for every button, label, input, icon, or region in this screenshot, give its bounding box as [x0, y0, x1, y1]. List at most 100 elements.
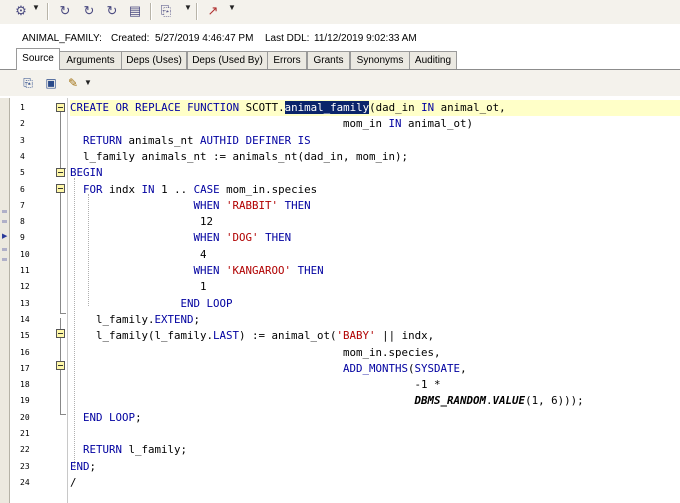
code-token: mom_in.species: [219, 182, 318, 196]
tab-auditing[interactable]: Auditing: [409, 51, 457, 69]
tab-errors[interactable]: Errors: [267, 51, 307, 69]
tab-synonyms[interactable]: Synonyms: [350, 51, 410, 69]
code-line[interactable]: 4: [70, 247, 207, 263]
keyword-token: OR: [115, 101, 129, 114]
code-line[interactable]: CREATE OR REPLACE FUNCTION SCOTT.animal_…: [70, 100, 680, 116]
line-number: 1: [20, 103, 25, 112]
tab-deps-used-by[interactable]: Deps (Used By): [187, 51, 268, 69]
code-line[interactable]: 12: [70, 214, 213, 230]
connection-icon[interactable]: ⚙: [12, 2, 30, 20]
code-area[interactable]: CREATE OR REPLACE FUNCTION SCOTT.animal_…: [70, 98, 680, 503]
keyword-token: IN: [141, 182, 155, 196]
fold-toggle-icon[interactable]: [56, 168, 65, 177]
highlight-dropdown-arrow-icon[interactable]: ▼: [84, 78, 92, 87]
save-icon[interactable]: ▣: [43, 75, 59, 91]
code-token: l_family animals_nt := animals_nt(dad_in…: [70, 149, 409, 163]
main-toolbar: ⚙ ▼ ↻ ↻ ↻ ▤ ⎘ ▼ ↗ ▼: [0, 0, 680, 24]
code-line[interactable]: l_family(l_family.LAST) := animal_ot('BA…: [70, 328, 434, 344]
connection-dropdown-arrow-icon[interactable]: ▼: [32, 3, 40, 12]
string-token: 'KANGAROO': [226, 264, 292, 277]
code-line[interactable]: RETURN l_family;: [70, 442, 187, 458]
marker-tick: [2, 220, 7, 223]
code-line[interactable]: 1: [70, 279, 207, 295]
code-line[interactable]: DBMS_RANDOM.VALUE(1, 6)));: [70, 393, 584, 409]
tab-source[interactable]: Source: [16, 48, 60, 70]
line-number: 22: [20, 445, 30, 455]
navigate-icon[interactable]: ↗: [204, 2, 222, 20]
keyword-token: IN: [421, 101, 435, 114]
code-token: l_family.: [70, 312, 155, 326]
code-line[interactable]: BEGIN: [70, 165, 103, 181]
code-line[interactable]: RETURN animals_nt AUTHID DEFINER IS: [70, 133, 311, 149]
code-line[interactable]: mom_in IN animal_ot): [70, 116, 473, 132]
refresh-all-icon[interactable]: ↻: [103, 2, 121, 20]
code-line[interactable]: -1 *: [70, 377, 441, 393]
code-line[interactable]: WHEN 'KANGAROO' THEN: [70, 263, 324, 279]
object-name: ANIMAL_FAMILY:: [22, 33, 102, 44]
script-icon[interactable]: ⎘: [157, 2, 175, 20]
line-number-gutter: 1 2 3 4 5 6 7 8 9 10 11 12 13 14 15 16 17 18 19 20 21 22 23 24: [10, 98, 68, 503]
line-number: 18: [20, 380, 30, 390]
code-token: mom_in.species,: [70, 345, 441, 359]
line-number: 12: [20, 282, 30, 292]
selected-text: animal_family: [284, 101, 370, 114]
code-line[interactable]: END;: [70, 459, 96, 475]
keyword-token: IN: [388, 117, 402, 131]
code-line[interactable]: ADD_MONTHS(SYSDATE,: [70, 361, 467, 377]
keyword-token: RETURN: [83, 443, 123, 457]
line-number: 13: [20, 298, 30, 308]
line-number: 4: [20, 151, 25, 161]
line-number: 11: [20, 266, 30, 275]
tab-arguments[interactable]: Arguments: [59, 51, 122, 69]
code-line[interactable]: WHEN 'DOG' THEN: [70, 230, 292, 246]
toolbar-separator: [150, 3, 152, 20]
code-line[interactable]: WHEN 'RABBIT' THEN: [70, 198, 311, 214]
refresh-object-icon[interactable]: ↻: [80, 2, 98, 20]
keyword-token: IS: [297, 133, 311, 147]
source-editor[interactable]: ▶ 1 2 3 4 5 6 7 8 9 10 11 12 13 14 15 16 17 18 19 20 21 22 23 2…: [0, 98, 680, 503]
code-line[interactable]: END LOOP: [70, 296, 233, 312]
code-token: || indx,: [375, 329, 435, 343]
keyword-token: WHEN: [193, 264, 220, 277]
keyword-token: BEGIN: [70, 166, 103, 180]
code-token: ;: [193, 312, 201, 326]
fold-toggle-icon[interactable]: [56, 103, 65, 112]
highlight-icon[interactable]: ✎: [65, 75, 81, 91]
toolbar-separator: [47, 3, 49, 20]
code-token: animal_ot,: [434, 101, 506, 114]
scroll-position-icon[interactable]: ▶: [2, 232, 7, 240]
keyword-token: END: [180, 296, 201, 310]
code-line[interactable]: /: [70, 475, 77, 491]
copy-icon[interactable]: ⎘: [20, 75, 36, 91]
line-number: 16: [20, 347, 30, 357]
fold-toggle-icon[interactable]: [56, 184, 65, 193]
script-dropdown-arrow-icon[interactable]: ▼: [184, 3, 192, 12]
fold-toggle-icon[interactable]: [56, 361, 65, 370]
tab-grants[interactable]: Grants: [307, 51, 350, 69]
code-line[interactable]: l_family animals_nt := animals_nt(dad_in…: [70, 149, 408, 165]
code-line[interactable]: l_family.EXTEND;: [70, 312, 200, 328]
line-number: 19: [20, 396, 30, 406]
properties-icon[interactable]: ▤: [126, 2, 144, 20]
line-number: 7: [20, 200, 25, 210]
fold-toggle-icon[interactable]: [56, 329, 65, 338]
package-token: DBMS_RANDOM: [414, 394, 487, 408]
code-token: 1: [70, 280, 207, 294]
code-line[interactable]: END LOOP;: [70, 410, 142, 426]
refresh-icon[interactable]: ↻: [56, 2, 74, 20]
tab-bar: Source Arguments Deps (Uses) Deps (Used …: [0, 48, 680, 70]
navigate-dropdown-arrow-icon[interactable]: ▼: [228, 3, 236, 12]
keyword-token: ADD_MONTHS: [343, 361, 409, 375]
code-line[interactable]: FOR indx IN 1 .. CASE mom_in.species: [70, 182, 317, 198]
code-token: animal_ot): [401, 117, 474, 131]
code-line[interactable]: mom_in.species,: [70, 345, 441, 361]
keyword-token: CASE: [193, 182, 220, 196]
keyword-token: WHEN: [193, 231, 220, 245]
keyword-token: DEFINER: [245, 133, 292, 147]
tab-deps-uses[interactable]: Deps (Uses): [121, 51, 187, 69]
